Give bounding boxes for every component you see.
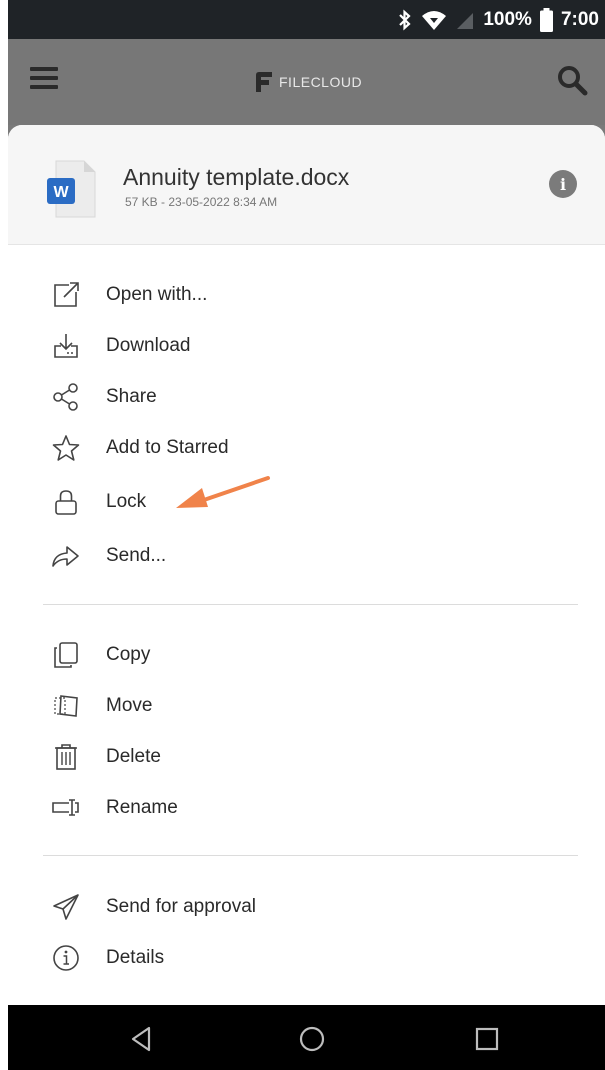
wifi-icon — [422, 10, 447, 30]
menu-item-rename[interactable]: Rename — [8, 785, 605, 831]
menu-item-move[interactable]: Move — [8, 683, 605, 729]
open-with-icon — [51, 280, 81, 310]
file-meta: 57 KB - 23-05-2022 8:34 AM — [125, 195, 278, 209]
info-icon — [51, 943, 81, 973]
send-icon — [51, 541, 81, 571]
menu-item-details[interactable]: Details — [8, 935, 605, 981]
menu-label: Lock — [106, 491, 147, 512]
menu-item-download[interactable]: Download — [8, 323, 605, 369]
menu-item-add-to-starred[interactable]: Add to Starred — [8, 425, 605, 471]
menu-label: Send for approval — [106, 896, 256, 917]
file-actions-sheet: W Annuity template.docx 57 KB - 23-05-20… — [8, 125, 605, 1005]
filecloud-logo: FILECLOUD — [255, 71, 362, 93]
signal-icon — [457, 12, 474, 29]
paper-plane-icon — [51, 892, 81, 922]
menu-label: Open with... — [106, 284, 208, 305]
menu-item-delete[interactable]: Delete — [8, 734, 605, 780]
app-bar: FILECLOUD — [8, 39, 605, 125]
word-document-icon: W — [47, 160, 96, 218]
status-bar: 100% 7:00 — [8, 0, 605, 39]
back-icon[interactable] — [128, 1025, 156, 1053]
menu-label: Share — [106, 386, 157, 407]
menu-label: Rename — [106, 797, 178, 818]
menu-item-copy[interactable]: Copy — [8, 632, 605, 678]
word-letter: W — [53, 184, 69, 201]
battery-icon — [539, 7, 553, 32]
recents-icon[interactable] — [473, 1025, 501, 1053]
menu-item-share[interactable]: Share — [8, 374, 605, 420]
share-icon — [51, 382, 81, 412]
menu-item-lock[interactable]: Lock — [8, 479, 605, 525]
brand-name: FILECLOUD — [279, 74, 363, 90]
menu-label: Copy — [106, 644, 151, 665]
search-icon[interactable] — [555, 63, 589, 97]
file-header: W Annuity template.docx 57 KB - 23-05-20… — [8, 125, 605, 245]
bluetooth-icon — [399, 9, 411, 30]
menu-label: Move — [106, 695, 153, 716]
file-info-icon[interactable]: i — [549, 170, 577, 198]
annotation-arrow-icon — [176, 476, 270, 508]
clock: 7:00 — [560, 8, 599, 30]
menu-label: Add to Starred — [106, 437, 229, 458]
home-icon[interactable] — [298, 1025, 326, 1053]
battery-percent: 100% — [483, 8, 532, 30]
system-nav-bar — [8, 1005, 605, 1070]
divider — [43, 604, 578, 605]
download-icon — [51, 331, 81, 361]
move-icon — [51, 691, 81, 721]
copy-icon — [51, 640, 81, 670]
menu-item-send-for-approval[interactable]: Send for approval — [8, 884, 605, 930]
menu-item-open-with[interactable]: Open with... — [8, 272, 605, 318]
menu-label: Send... — [106, 545, 167, 566]
menu-label: Details — [106, 947, 165, 968]
menu-label: Delete — [106, 746, 161, 767]
star-icon — [51, 433, 81, 463]
phone-screen: 100% 7:00 FILECLOUD W Annuity template.d… — [8, 0, 605, 1070]
lock-icon — [51, 487, 81, 517]
filecloud-logo-icon — [256, 72, 272, 92]
menu-item-send[interactable]: Send... — [8, 533, 605, 579]
hamburger-menu-icon[interactable] — [30, 67, 58, 93]
divider — [43, 855, 578, 856]
rename-icon — [51, 793, 81, 823]
menu-label: Download — [106, 335, 191, 356]
file-name: Annuity template.docx — [123, 164, 350, 190]
trash-icon — [51, 742, 81, 772]
